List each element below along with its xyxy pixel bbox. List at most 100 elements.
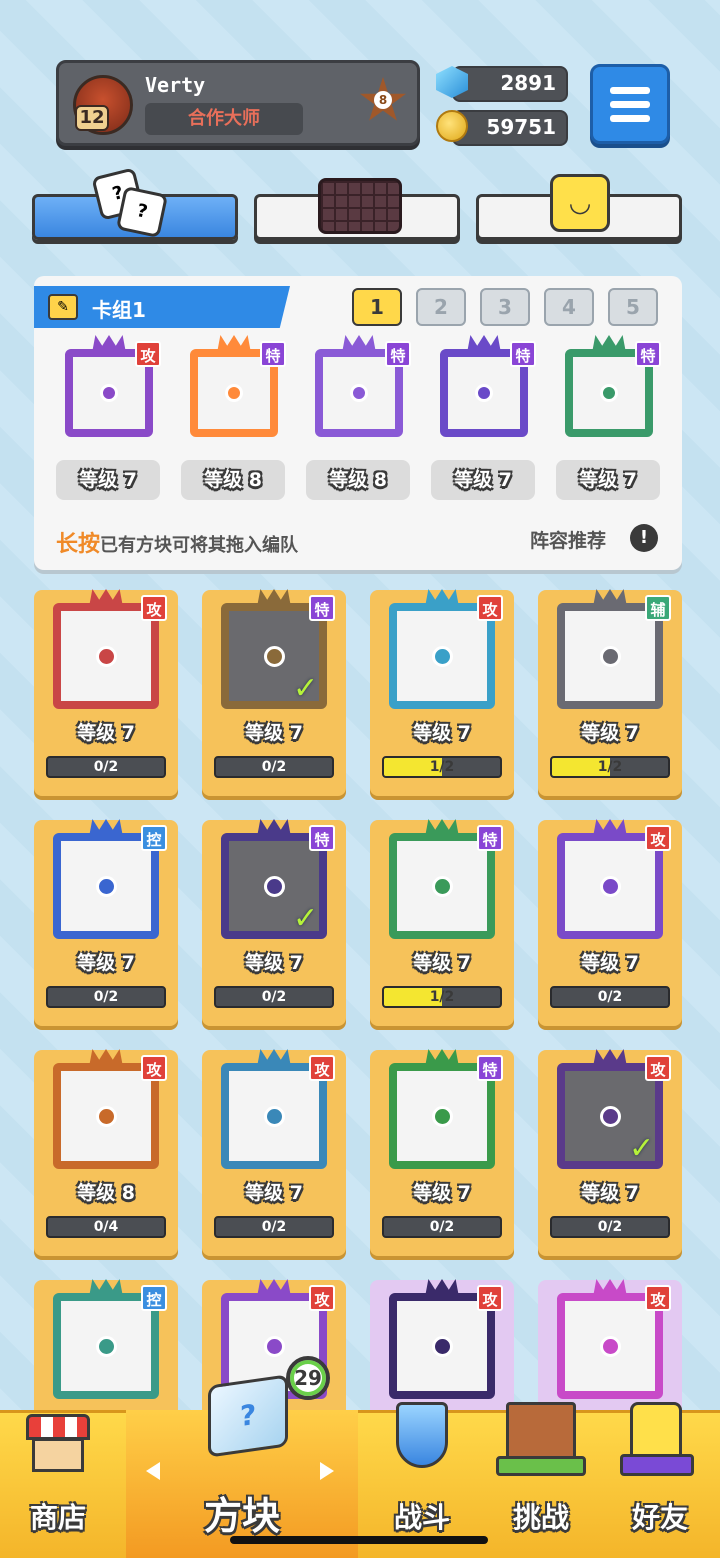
player-name: Verty (145, 73, 206, 97)
dice-tile[interactable]: 特 ✓ (208, 589, 340, 722)
type-badge: 攻 (309, 1285, 335, 1311)
progress-bar: 0/2 (214, 1216, 334, 1238)
dice-tile[interactable]: 特 (376, 1049, 508, 1182)
dice-pip (599, 875, 621, 897)
dice-tile[interactable]: 攻 (40, 1049, 172, 1182)
dice-card[interactable]: 攻等级 7 0/2 (538, 819, 682, 1026)
dragon-crown-icon (89, 589, 123, 607)
dice-cube-icon: ? (200, 1360, 296, 1458)
progress-text: 0/2 (93, 989, 119, 1005)
deck-header: ✎ (34, 286, 290, 328)
dice-card[interactable]: 攻 ✓ 等级 7 0/2 (538, 1049, 682, 1256)
coin-icon (436, 110, 468, 142)
dice-tile[interactable]: 特 (554, 335, 664, 448)
dice-tile[interactable]: 特 (179, 335, 289, 448)
deck-tab-1[interactable]: 1 (352, 288, 402, 326)
dice-pip (475, 384, 493, 402)
type-badge: 攻 (309, 1055, 335, 1081)
dragon-crown-icon (257, 819, 291, 837)
dice-level: 等级 7 (245, 1182, 303, 1204)
progress-bar: 0/2 (46, 756, 166, 778)
type-badge: 特 (385, 341, 411, 367)
cube-face: ? (208, 1374, 288, 1458)
dice-card[interactable]: 攻等级 7 0/2 (34, 589, 178, 796)
dice-card[interactable]: 特 ✓ 等级 7 0/2 (202, 589, 346, 796)
dice-card[interactable]: 攻等级 8 0/4 (34, 1049, 178, 1256)
type-badge: 攻 (141, 1055, 167, 1081)
info-icon[interactable]: ! (630, 524, 658, 552)
dice-card[interactable]: 特等级 7 0/2 (370, 1049, 514, 1256)
die-face: ? (115, 185, 169, 239)
dragon-crown-icon (425, 1279, 459, 1297)
deck-tab-2[interactable]: 2 (416, 288, 466, 326)
pencil-icon[interactable]: ✎ (48, 294, 78, 320)
dice-tile[interactable]: 攻 (208, 1049, 340, 1182)
nav-challenge[interactable]: 挑战 (482, 1402, 600, 1558)
gem-counter[interactable]: 2891 (452, 66, 568, 102)
menu-button[interactable] (590, 64, 670, 144)
player-title: 合作大师 (145, 103, 303, 135)
dice-pip (599, 1105, 621, 1127)
type-badge: 特 (510, 341, 536, 367)
in-deck-check-icon: ✓ (293, 671, 319, 706)
dice-card[interactable]: 特等级 7 1/2 (370, 819, 514, 1026)
friend-base (620, 1454, 694, 1476)
arrow-right-icon[interactable] (320, 1462, 334, 1480)
nav-shop[interactable]: 商店 (0, 1410, 116, 1558)
dice-tile[interactable]: 特 (304, 335, 414, 448)
dice-pip (431, 1105, 453, 1127)
dice-card[interactable]: 攻等级 7 0/2 (202, 1049, 346, 1256)
deck-panel: ✎ 卡组1 12345 攻等级 7 特等级 8 特等级 8 特等级 7 特等级 7 长按… (34, 276, 682, 570)
type-badge: 攻 (477, 595, 503, 621)
progress-text: 1/2 (429, 759, 455, 775)
deck-tab-4[interactable]: 4 (544, 288, 594, 326)
in-deck-check-icon: ✓ (293, 901, 319, 936)
type-badge: 辅 (645, 595, 671, 621)
recommend-label[interactable]: 阵容推荐 (530, 526, 606, 553)
dice-tile[interactable]: 特 (376, 819, 508, 952)
type-badge: 特 (477, 1055, 503, 1081)
progress-bar: 0/2 (550, 986, 670, 1008)
dragon-crown-icon (593, 819, 627, 837)
dice-tile[interactable]: 特 ✓ (208, 819, 340, 952)
dice-level: 等级 7 (413, 722, 471, 744)
dice-level: 等级 7 (77, 952, 135, 974)
dice-tile[interactable]: 辅 (544, 589, 676, 722)
board-icon (318, 178, 402, 234)
hamburger-line (610, 115, 650, 122)
dice-card[interactable]: 控等级 7 0/2 (34, 819, 178, 1026)
progress-text: 0/2 (261, 1219, 287, 1235)
dice-tile[interactable]: 攻 (40, 589, 172, 722)
coin-counter[interactable]: 59751 (452, 110, 568, 146)
dice-pip (350, 384, 368, 402)
emote-icon: ◡ (550, 174, 610, 232)
dice-tile[interactable]: 攻 (54, 335, 164, 448)
in-deck-check-icon: ✓ (629, 1131, 655, 1166)
dice-tile[interactable]: 控 (40, 1279, 172, 1412)
dice-tile[interactable]: 攻 (376, 1279, 508, 1412)
dice-pip (431, 875, 453, 897)
arrow-left-icon[interactable] (146, 1462, 160, 1480)
progress-text: 0/2 (597, 989, 623, 1005)
deck-tab-5[interactable]: 5 (608, 288, 658, 326)
dice-tile[interactable]: 攻 (544, 1279, 676, 1412)
dice-tile[interactable]: 攻 (376, 589, 508, 722)
deck-tab-3[interactable]: 3 (480, 288, 530, 326)
nav-friends[interactable]: 好友 (600, 1402, 720, 1558)
dice-tile[interactable]: 控 (40, 819, 172, 952)
deck-hint: 长按已有方块可将其拖入编队 (56, 526, 298, 558)
progress-bar: 1/2 (382, 756, 502, 778)
dragon-crown-icon (217, 335, 251, 353)
dice-tile[interactable]: 攻 (544, 819, 676, 952)
type-badge: 攻 (135, 341, 161, 367)
dice-pip (95, 1335, 117, 1357)
dice-card[interactable]: 辅等级 7 1/2 (538, 589, 682, 796)
dice-card[interactable]: 特 ✓ 等级 7 0/2 (202, 819, 346, 1026)
dice-tile[interactable]: 特 (429, 335, 539, 448)
dice-tile[interactable]: 攻 ✓ (544, 1049, 676, 1182)
dice-pip (263, 875, 285, 897)
dice-pip (431, 1335, 453, 1357)
type-badge: 攻 (645, 1055, 671, 1081)
dice-card[interactable]: 攻等级 7 1/2 (370, 589, 514, 796)
profile-panel[interactable]: 12 Verty 合作大师 8 (56, 60, 420, 146)
